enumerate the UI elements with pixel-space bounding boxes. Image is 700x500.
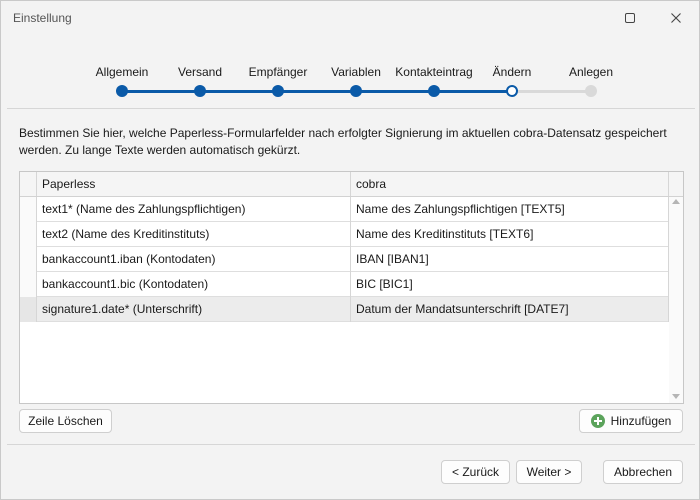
step-dot-variablen[interactable]: [350, 85, 362, 97]
step-dot-kontakteintrag[interactable]: [428, 85, 440, 97]
step-dot-anlegen[interactable]: [585, 85, 597, 97]
step-dot-allgemein[interactable]: [116, 85, 128, 97]
step-label-empfaenger[interactable]: Empfänger: [249, 65, 308, 79]
column-header-cobra[interactable]: cobra: [351, 172, 669, 196]
cobra-cell[interactable]: Datum der Mandatsunterschrift [DATE7]: [351, 297, 669, 322]
maximize-button[interactable]: [615, 7, 645, 29]
description-text: Bestimmen Sie hier, welche Paperless-For…: [19, 126, 667, 157]
add-button[interactable]: Hinzufügen: [579, 409, 683, 433]
step-label-variablen[interactable]: Variablen: [331, 65, 381, 79]
table-row[interactable]: bankaccount1.iban (Kontodaten) IBAN [IBA…: [20, 247, 669, 272]
step-label-allgemein[interactable]: Allgemein: [96, 65, 149, 79]
row-header[interactable]: [20, 297, 37, 322]
vertical-scrollbar[interactable]: [669, 197, 683, 403]
close-icon: [671, 13, 681, 23]
step-label-kontakteintrag[interactable]: Kontakteintrag: [395, 65, 472, 79]
column-header-paperless[interactable]: Paperless: [37, 172, 351, 196]
row-header[interactable]: [20, 272, 37, 297]
paperless-cell[interactable]: text2 (Name des Kreditinstituts): [37, 222, 351, 247]
delete-row-button[interactable]: Zeile Löschen: [19, 409, 112, 433]
step-dot-empfaenger[interactable]: [272, 85, 284, 97]
row-header[interactable]: [20, 247, 37, 272]
paperless-cell[interactable]: text1* (Name des Zahlungspflichtigen): [37, 197, 351, 222]
grid-header: Paperless cobra: [20, 172, 683, 197]
cobra-cell[interactable]: BIC [BIC1]: [351, 272, 669, 297]
settings-window: Einstellung Allgemein Versand Empfänger …: [0, 0, 700, 500]
row-header-corner: [20, 172, 37, 196]
step-label-anlegen[interactable]: Anlegen: [569, 65, 613, 79]
scroll-down-arrow-icon[interactable]: [672, 394, 680, 399]
step-dot-versand[interactable]: [194, 85, 206, 97]
window-title: Einstellung: [13, 11, 72, 25]
table-row[interactable]: text2 (Name des Kreditinstituts) Name de…: [20, 222, 669, 247]
plus-circle-icon: [590, 414, 605, 428]
paperless-cell[interactable]: signature1.date* (Unterschrift): [37, 297, 351, 322]
grid-body: text1* (Name des Zahlungspflichtigen) Na…: [20, 197, 669, 322]
wizard-steps: Allgemein Versand Empfänger Variablen Ko…: [1, 61, 700, 101]
steps-remaining-line: [511, 90, 591, 93]
table-row[interactable]: bankaccount1.bic (Kontodaten) BIC [BIC1]: [20, 272, 669, 297]
back-button[interactable]: < Zurück: [441, 460, 510, 484]
cancel-button[interactable]: Abbrechen: [603, 460, 683, 484]
close-button[interactable]: [661, 7, 691, 29]
bottom-divider: [7, 444, 695, 445]
steps-progress-line: [121, 90, 511, 93]
cobra-cell[interactable]: IBAN [IBAN1]: [351, 247, 669, 272]
scroll-up-arrow-icon[interactable]: [672, 199, 680, 204]
step-dot-aendern[interactable]: [506, 85, 518, 97]
mapping-grid: Paperless cobra text1* (Name des Zahlung…: [19, 171, 684, 404]
table-row[interactable]: text1* (Name des Zahlungspflichtigen) Na…: [20, 197, 669, 222]
maximize-icon: [625, 13, 635, 23]
top-divider: [7, 108, 695, 109]
title-bar: Einstellung: [1, 1, 699, 35]
paperless-cell[interactable]: bankaccount1.iban (Kontodaten): [37, 247, 351, 272]
add-button-label: Hinzufügen: [610, 414, 672, 428]
row-header[interactable]: [20, 197, 37, 222]
table-row-selected[interactable]: signature1.date* (Unterschrift) Datum de…: [20, 297, 669, 322]
step-label-versand[interactable]: Versand: [178, 65, 222, 79]
paperless-cell[interactable]: bankaccount1.bic (Kontodaten): [37, 272, 351, 297]
cobra-cell[interactable]: Name des Zahlungspflichtigen [TEXT5]: [351, 197, 669, 222]
cobra-cell[interactable]: Name des Kreditinstituts [TEXT6]: [351, 222, 669, 247]
next-button[interactable]: Weiter >: [516, 460, 582, 484]
step-label-aendern[interactable]: Ändern: [493, 65, 532, 79]
row-header[interactable]: [20, 222, 37, 247]
